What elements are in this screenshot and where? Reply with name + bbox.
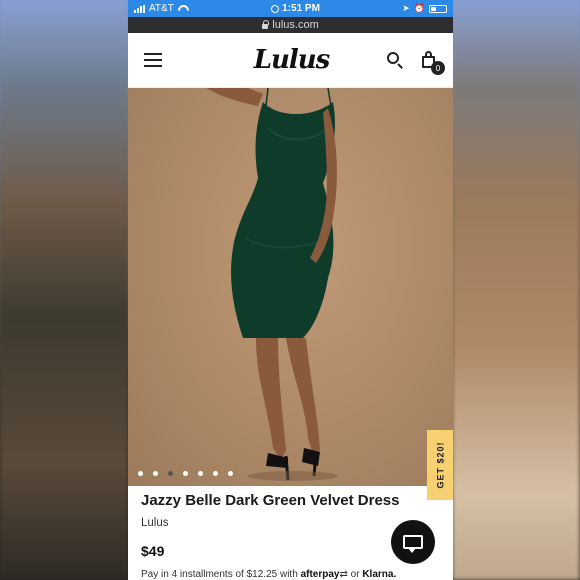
carousel-dot[interactable] bbox=[198, 471, 203, 476]
signal-bars-icon bbox=[134, 4, 145, 13]
blurred-background-left bbox=[0, 0, 128, 580]
carousel-dot-active[interactable] bbox=[168, 471, 173, 476]
carousel-dots bbox=[138, 471, 233, 476]
installments-or: or bbox=[350, 569, 360, 580]
installments-with: with bbox=[279, 569, 298, 580]
klarna-logo[interactable]: Klarna. bbox=[362, 569, 396, 580]
product-image-carousel[interactable] bbox=[128, 88, 453, 486]
carousel-dot[interactable] bbox=[138, 471, 143, 476]
installments-amount: $12.25 bbox=[246, 569, 278, 580]
carousel-dot[interactable] bbox=[183, 471, 188, 476]
model-arm-left bbox=[206, 88, 263, 106]
carousel-dot[interactable] bbox=[213, 471, 218, 476]
chat-button[interactable] bbox=[391, 520, 435, 564]
dress-strap-right bbox=[327, 88, 332, 107]
header-actions: 0 bbox=[386, 51, 445, 75]
carousel-dot[interactable] bbox=[153, 471, 158, 476]
promo-label: GET $20! bbox=[435, 441, 446, 489]
model-leg-right bbox=[286, 338, 320, 458]
carousel-dot[interactable] bbox=[228, 471, 233, 476]
get-20-promo-tab[interactable]: GET $20! bbox=[427, 430, 453, 500]
dress-strap-left bbox=[265, 88, 269, 107]
blurred-background-right bbox=[452, 0, 580, 580]
site-logo[interactable]: Lulus bbox=[254, 45, 331, 75]
black-heel-left bbox=[266, 453, 288, 468]
status-left: AT&T bbox=[134, 3, 189, 14]
url-text: lulus.com bbox=[272, 19, 319, 31]
installments-info: Pay in 4 installments of $12.25 with aft… bbox=[141, 569, 440, 580]
installments-prefix: Pay in 4 installments of bbox=[141, 569, 244, 580]
shopping-bag-icon[interactable]: 0 bbox=[421, 51, 445, 75]
alarm-clock-icon: ⏰ bbox=[413, 3, 425, 13]
lock-icon bbox=[262, 19, 270, 29]
location-icon: ➤ bbox=[402, 3, 410, 13]
time-label: 1:51 PM bbox=[282, 3, 320, 14]
product-photo bbox=[206, 88, 338, 481]
browser-url-bar[interactable]: lulus.com bbox=[128, 17, 453, 33]
bag-count-badge: 0 bbox=[430, 61, 445, 75]
model-leg-left bbox=[256, 338, 286, 460]
status-bar: AT&T 1:51 PM ➤ ⏰ bbox=[128, 0, 453, 17]
battery-icon bbox=[428, 4, 447, 13]
phone-screen: AT&T 1:51 PM ➤ ⏰ lulus.com Lulus 0 Jazzy… bbox=[128, 0, 453, 580]
search-icon[interactable] bbox=[386, 52, 403, 68]
chat-bubble-icon bbox=[403, 535, 423, 553]
product-title: Jazzy Belle Dark Green Velvet Dress bbox=[141, 492, 400, 509]
afterpay-logo[interactable]: afterpay bbox=[301, 569, 340, 580]
wifi-icon bbox=[178, 5, 189, 13]
afterpay-icon: ⇄ bbox=[339, 569, 348, 580]
carrier-label: AT&T bbox=[149, 3, 174, 14]
site-header: Lulus 0 bbox=[128, 33, 453, 88]
hamburger-menu-icon[interactable] bbox=[144, 53, 162, 67]
alarm-icon bbox=[271, 4, 280, 13]
status-right: ➤ ⏰ bbox=[402, 3, 447, 14]
status-time: 1:51 PM bbox=[271, 3, 320, 14]
